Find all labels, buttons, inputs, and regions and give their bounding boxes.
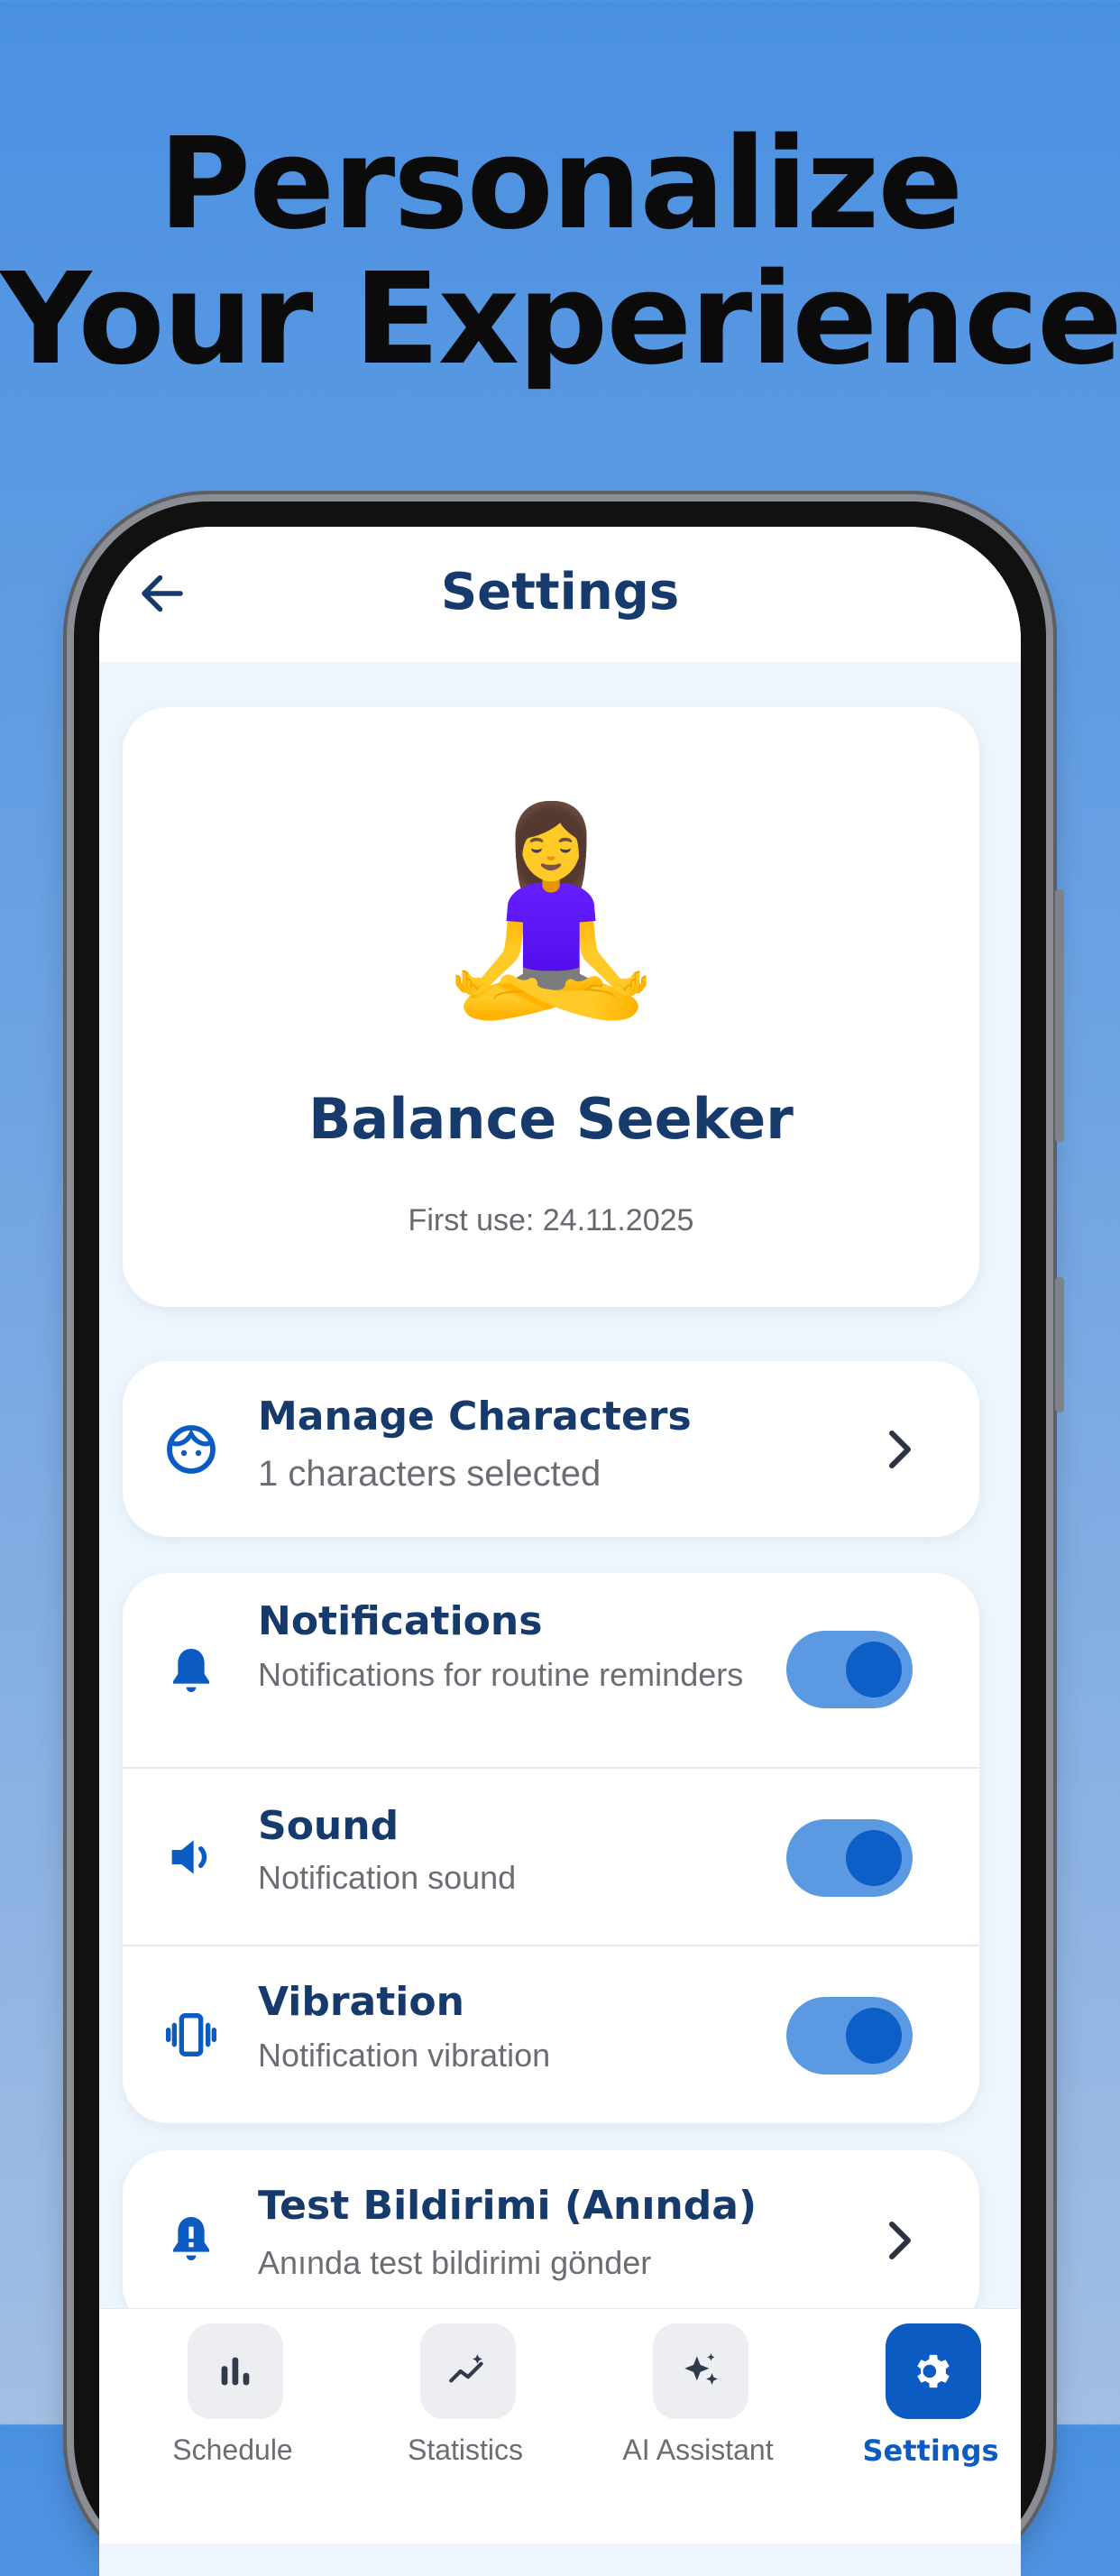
sparkles-icon bbox=[684, 2353, 718, 2385]
profile-name: Balance Seeker bbox=[308, 1086, 794, 1152]
trend-sparkle-icon bbox=[449, 2354, 483, 2383]
bottom-navigation: Schedule Statistics AI Assistant Setting… bbox=[99, 2308, 1021, 2544]
sound-title: Sound bbox=[258, 1803, 399, 1849]
manage-characters-title: Manage Characters bbox=[258, 1394, 692, 1440]
notifications-toggle[interactable] bbox=[786, 1631, 913, 1708]
manage-characters-subtitle: 1 characters selected bbox=[258, 1454, 601, 1494]
toggle-knob bbox=[846, 1642, 902, 1697]
page-title: Settings bbox=[440, 563, 680, 621]
chevron-right-icon bbox=[889, 2222, 911, 2259]
speaker-icon bbox=[171, 1840, 207, 1874]
test-notification-subtitle: Anında test bildirimi gönder bbox=[258, 2244, 652, 2281]
top-app-bar: Settings bbox=[99, 527, 1021, 662]
toggle-knob bbox=[846, 1830, 902, 1886]
nav-label-ai-assistant: AI Assistant bbox=[622, 2433, 774, 2466]
bell-icon bbox=[173, 1649, 209, 1692]
nav-tile bbox=[886, 2323, 981, 2419]
profile-card: 🧘‍♀️ Balance Seeker First use: 24.11.202… bbox=[123, 707, 979, 1307]
test-notification-title: Test Bildirimi (Anında) bbox=[258, 2183, 757, 2229]
notifications-title: Notifications bbox=[258, 1598, 543, 1644]
chevron-right-icon bbox=[889, 1431, 911, 1468]
app-screen: Settings 🧘‍♀️ Balance Seeker First use: … bbox=[99, 527, 1021, 2576]
vibration-toggle[interactable] bbox=[786, 1997, 913, 2075]
gear-icon bbox=[917, 2354, 950, 2388]
avatar: 🧘‍♀️ bbox=[427, 799, 675, 1021]
promo-headline: Personalize Your Experience bbox=[0, 117, 1120, 388]
face-icon bbox=[167, 1425, 216, 1474]
nav-tile bbox=[188, 2323, 283, 2419]
sound-toggle[interactable] bbox=[786, 1819, 913, 1897]
sound-subtitle: Notification sound bbox=[258, 1859, 517, 1896]
notifications-row: Notifications Notifications for routine … bbox=[123, 1573, 979, 1767]
nav-tile bbox=[653, 2323, 748, 2419]
headline-line-2: Your Experience bbox=[0, 246, 1120, 393]
preferences-card: Notifications Notifications for routine … bbox=[123, 1573, 979, 2123]
phone-frame: Settings 🧘‍♀️ Balance Seeker First use: … bbox=[74, 501, 1064, 2576]
nav-tile bbox=[420, 2323, 516, 2419]
bell-alert-icon bbox=[173, 2217, 209, 2260]
nav-label-statistics: Statistics bbox=[407, 2433, 524, 2466]
nav-label-schedule: Schedule bbox=[172, 2433, 293, 2466]
manage-characters-row[interactable]: Manage Characters 1 characters selected bbox=[123, 1361, 979, 1537]
volume-button bbox=[1055, 889, 1064, 1142]
headline-line-1: Personalize bbox=[158, 111, 964, 258]
vibration-subtitle: Notification vibration bbox=[258, 2037, 551, 2074]
power-button bbox=[1055, 1277, 1064, 1412]
toggle-knob bbox=[846, 2008, 902, 2064]
vibration-title: Vibration bbox=[258, 1979, 464, 2025]
notifications-subtitle: Notifications for routine reminders bbox=[258, 1656, 744, 1693]
sound-row: Sound Notification sound bbox=[123, 1769, 979, 1945]
test-notification-row[interactable]: Test Bildirimi (Anında) Anında test bild… bbox=[123, 2150, 979, 2331]
vibration-icon bbox=[166, 2013, 216, 2056]
first-use-date: First use: 24.11.2025 bbox=[408, 1203, 694, 1237]
nav-label-settings: Settings bbox=[862, 2433, 999, 2468]
bar-chart-icon bbox=[221, 2357, 250, 2386]
vibration-row: Vibration Notification vibration bbox=[123, 1946, 979, 2123]
